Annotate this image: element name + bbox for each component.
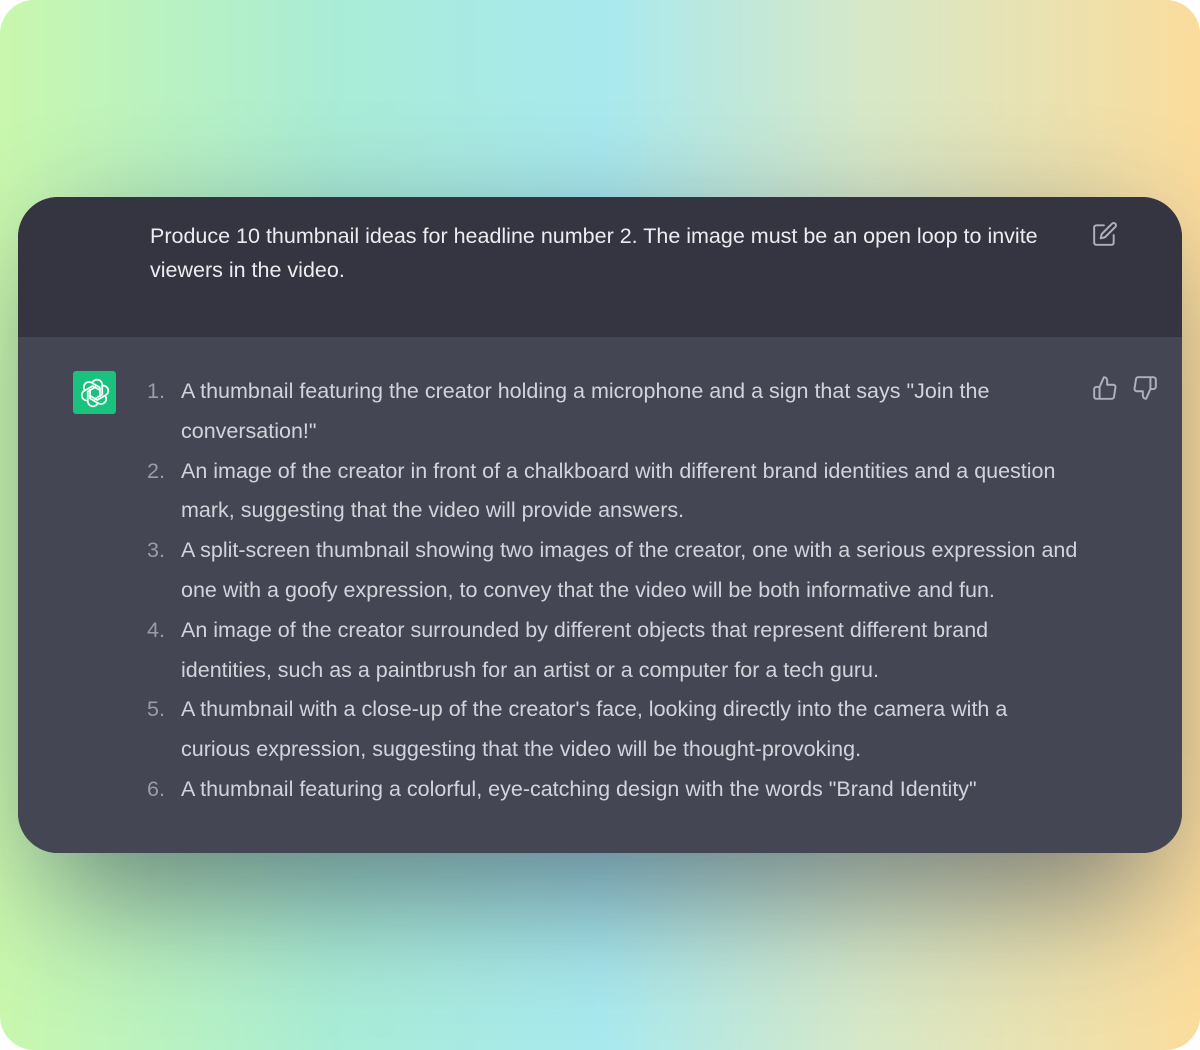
list-item-number: 6.: [147, 776, 165, 801]
list-item-number: 4.: [147, 617, 165, 642]
list-item-number: 5.: [147, 697, 165, 722]
edit-icon[interactable]: [1092, 221, 1118, 247]
list-item-text: A split-screen thumbnail showing two ima…: [181, 538, 1078, 602]
openai-logo-icon: [80, 378, 109, 407]
list-item: 5. A thumbnail with a close-up of the cr…: [143, 690, 1078, 770]
list-item: 3. A split-screen thumbnail showing two …: [143, 531, 1078, 611]
user-message-row: Produce 10 thumbnail ideas for headline …: [18, 197, 1182, 338]
list-item-text: An image of the creator in front of a ch…: [181, 458, 1056, 523]
list-item: 1. A thumbnail featuring the creator hol…: [143, 372, 1078, 452]
chat-window: Produce 10 thumbnail ideas for headline …: [18, 197, 1182, 853]
thumbnail-ideas-list: 1. A thumbnail featuring the creator hol…: [143, 372, 1078, 810]
assistant-avatar: [73, 371, 116, 414]
list-item-number: 1.: [147, 379, 165, 403]
list-item: 6. A thumbnail featuring a colorful, eye…: [143, 770, 1078, 810]
list-item-number: 2.: [147, 458, 165, 483]
list-item: 2. An image of the creator in front of a…: [143, 452, 1078, 532]
thumbs-down-icon[interactable]: [1132, 375, 1158, 401]
list-item-text: A thumbnail featuring the creator holdin…: [181, 379, 990, 443]
assistant-message-row: 1. A thumbnail featuring the creator hol…: [18, 337, 1182, 853]
gradient-background: Produce 10 thumbnail ideas for headline …: [0, 0, 1200, 1050]
list-item-number: 3.: [147, 538, 165, 563]
list-item-text: An image of the creator surrounded by di…: [181, 617, 989, 682]
list-item-text: A thumbnail featuring a colorful, eye-ca…: [181, 776, 977, 801]
list-item-text: A thumbnail with a close-up of the creat…: [181, 697, 1008, 762]
thumbs-up-icon[interactable]: [1092, 375, 1118, 401]
user-message-text: Produce 10 thumbnail ideas for headline …: [150, 224, 1038, 282]
list-item: 4. An image of the creator surrounded by…: [143, 611, 1078, 691]
